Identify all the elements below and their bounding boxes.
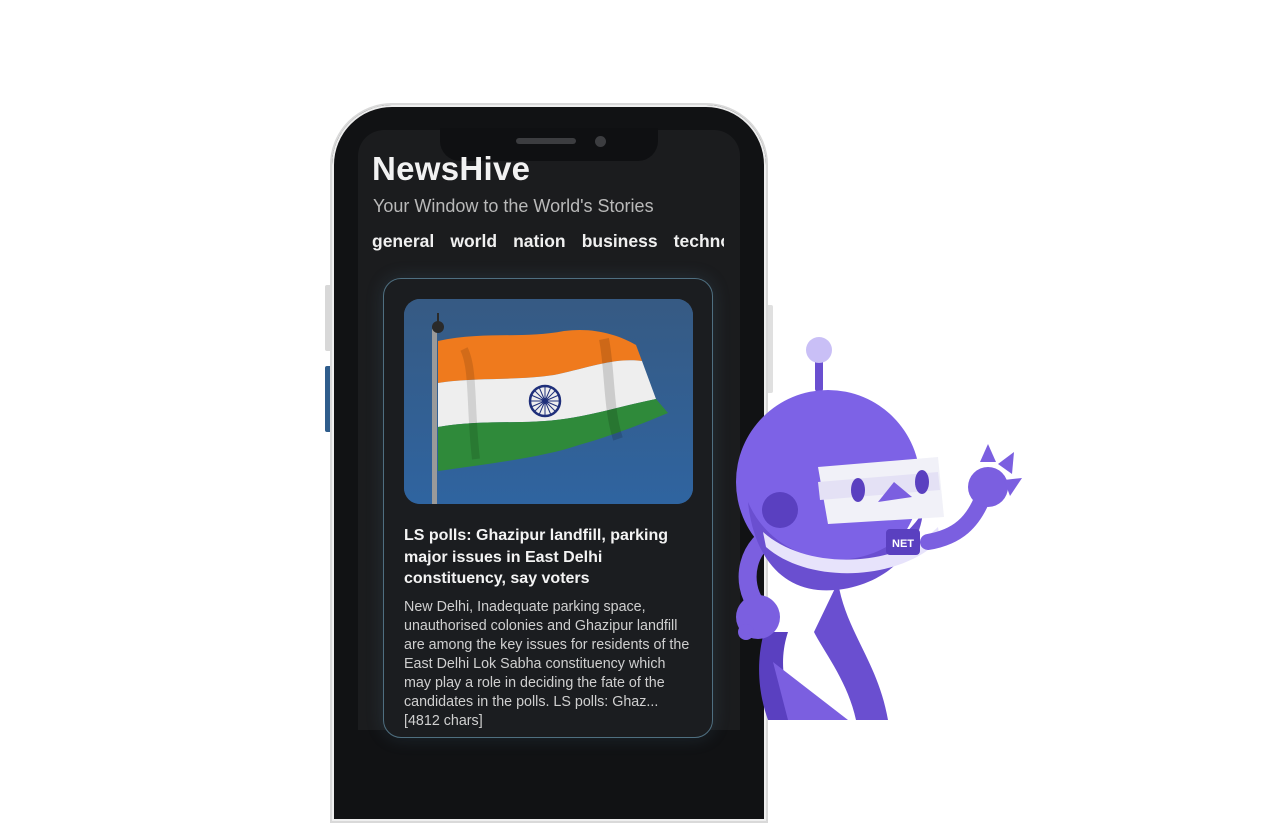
app-subtitle: Your Window to the World's Stories — [373, 196, 654, 216]
tab-business[interactable]: business — [582, 229, 658, 253]
tab-world[interactable]: world — [450, 229, 497, 253]
category-tabs: general world nation business technology — [372, 229, 724, 255]
tab-technology[interactable]: technology — [674, 229, 724, 253]
speaker-grille — [516, 138, 576, 144]
tab-nation[interactable]: nation — [513, 229, 566, 253]
article-summary: New Delhi, Inadequate parking space, una… — [404, 599, 690, 729]
dotnet-bot-mascot: NET — [718, 332, 1038, 720]
indian-flag-image — [404, 299, 693, 504]
tab-general[interactable]: general — [372, 229, 434, 253]
front-camera — [595, 136, 606, 147]
news-card[interactable]: LS polls: Ghazipur landfill, parking maj… — [383, 278, 713, 738]
article-headline[interactable]: LS polls: Ghazipur landfill, parking maj… — [404, 525, 694, 590]
net-badge-text: NET — [892, 538, 914, 550]
app-title: NewsHive — [372, 150, 531, 187]
